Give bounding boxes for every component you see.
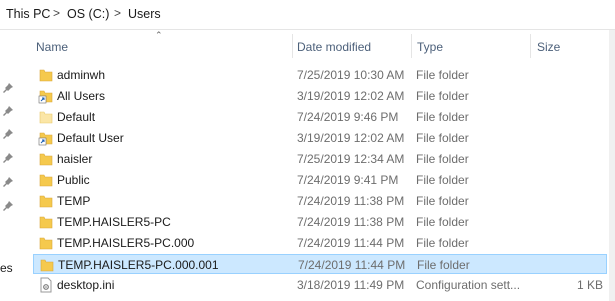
file-row[interactable]: Default User 3/19/2019 12:02 AM File folde… <box>33 128 607 148</box>
file-row[interactable]: TEMP.HAISLER5-PC.000 7/24/2019 11:44 PM Fi… <box>33 233 607 253</box>
file-name: desktop.ini <box>57 278 115 292</box>
file-name: All Users <box>57 89 106 103</box>
file-row[interactable]: TEMP 7/24/2019 11:38 PM File folder <box>33 191 607 211</box>
column-divider[interactable] <box>530 34 531 58</box>
file-type: File folder <box>416 110 469 124</box>
file-type: File folder <box>416 236 469 250</box>
file-type: File folder <box>416 152 469 166</box>
file-name: Public <box>57 173 90 187</box>
file-type: File folder <box>417 258 470 272</box>
breadcrumb-separator[interactable]: > <box>114 6 121 20</box>
file-name: TEMP <box>57 194 91 208</box>
folder-icon <box>38 235 54 251</box>
file-row[interactable]: desktop.ini 3/18/2019 11:49 PM Configurati… <box>33 275 607 295</box>
file-name: haisler <box>57 152 93 166</box>
column-divider[interactable] <box>292 34 293 58</box>
column-header-name[interactable]: Name <box>36 40 68 54</box>
file-type: Configuration sett... <box>416 278 521 292</box>
pin-icon[interactable] <box>2 82 14 94</box>
folder-icon <box>38 193 54 209</box>
file-name: adminwh <box>57 68 106 82</box>
file-date-modified: 7/24/2019 9:46 PM <box>297 110 399 124</box>
breadcrumb-os-drive[interactable]: OS (C:) <box>67 7 109 21</box>
file-row[interactable]: TEMP.HAISLER5-PC.000.001 7/24/2019 11:44 … <box>33 254 607 274</box>
pin-icon[interactable] <box>2 128 14 140</box>
breadcrumb-this-pc[interactable]: This PC <box>6 7 50 21</box>
file-type: File folder <box>416 68 469 82</box>
sort-ascending-icon: ⌃ <box>155 30 163 40</box>
column-divider[interactable] <box>411 34 412 58</box>
column-header-date-modified[interactable]: Date modified <box>297 40 371 54</box>
file-type: File folder <box>416 131 469 145</box>
file-date-modified: 3/19/2019 12:02 AM <box>297 131 405 145</box>
file-name: TEMP.HAISLER5-PC.000 <box>57 236 195 250</box>
file-row[interactable]: TEMP.HAISLER5-PC 7/24/2019 11:38 PM File f… <box>33 212 607 232</box>
file-type: File folder <box>416 173 469 187</box>
shortcut-folder-icon <box>38 88 54 104</box>
folder-icon <box>38 109 54 125</box>
file-row[interactable]: Public 7/24/2019 9:41 PM File folder <box>33 170 607 190</box>
file-date-modified: 3/18/2019 11:49 PM <box>297 278 405 292</box>
file-row[interactable]: All Users 3/19/2019 12:02 AM File folder <box>33 86 607 106</box>
file-type: File folder <box>416 194 469 208</box>
file-name: Default <box>57 110 96 124</box>
file-row[interactable]: adminwh 7/25/2019 10:30 AM File folder <box>33 65 607 85</box>
file-name: TEMP.HAISLER5-PC <box>57 215 171 229</box>
vertical-scrollbar[interactable] <box>609 30 615 301</box>
pin-icon[interactable] <box>2 105 14 117</box>
folder-icon <box>38 172 54 188</box>
file-date-modified: 7/25/2019 10:30 AM <box>297 68 405 82</box>
file-date-modified: 7/24/2019 11:44 PM <box>298 258 406 272</box>
nav-item-fragment[interactable]: es <box>0 261 13 275</box>
pin-icon[interactable] <box>2 200 14 212</box>
file-date-modified: 7/24/2019 11:38 PM <box>297 215 405 229</box>
file-type: File folder <box>416 215 469 229</box>
file-date-modified: 7/24/2019 11:44 PM <box>297 236 405 250</box>
file-size: 1 KB <box>576 278 603 292</box>
file-row[interactable]: Default 7/24/2019 9:46 PM File folder <box>33 107 607 127</box>
folder-icon <box>38 214 54 230</box>
folder-icon <box>38 151 54 167</box>
column-header-type[interactable]: Type <box>417 40 443 54</box>
folder-icon <box>38 67 54 83</box>
file-name: TEMP.HAISLER5-PC.000.001 <box>58 258 219 272</box>
shortcut-folder-icon <box>38 130 54 146</box>
address-breadcrumb: This PC > OS (C:) > Users <box>0 0 615 30</box>
pin-icon[interactable] <box>2 176 14 188</box>
breadcrumb-separator[interactable]: > <box>53 6 60 20</box>
folder-icon <box>39 257 55 273</box>
column-header-size[interactable]: Size <box>537 40 560 54</box>
file-date-modified: 7/24/2019 9:41 PM <box>297 173 399 187</box>
file-date-modified: 7/25/2019 12:34 AM <box>297 152 405 166</box>
navigation-pane: es <box>0 30 20 301</box>
breadcrumb-users[interactable]: Users <box>128 7 161 21</box>
file-type: File folder <box>416 89 469 103</box>
file-date-modified: 7/24/2019 11:38 PM <box>297 194 405 208</box>
file-name: Default User <box>57 131 124 145</box>
pin-icon[interactable] <box>2 152 14 164</box>
file-date-modified: 3/19/2019 12:02 AM <box>297 89 405 103</box>
settings-file-icon <box>38 277 54 293</box>
file-row[interactable]: haisler 7/25/2019 12:34 AM File folder <box>33 149 607 169</box>
